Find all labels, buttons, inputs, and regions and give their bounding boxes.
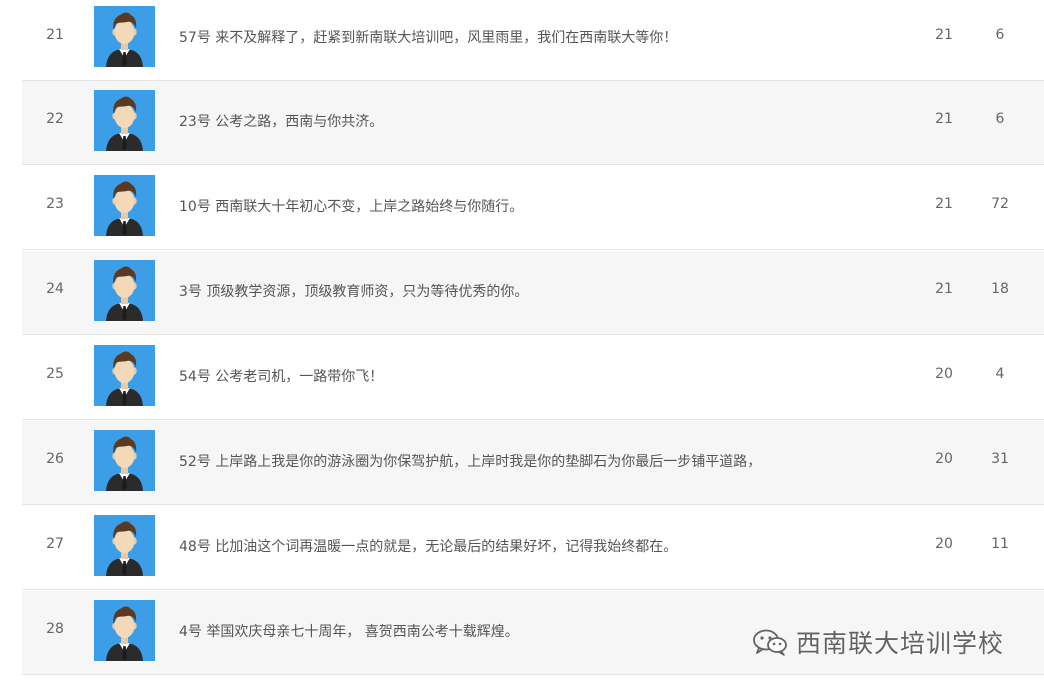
message-text: 3号 顶级教学资源，顶级教育师资，只为等待优秀的你。 [179,284,529,300]
rank-number: 21 [46,27,64,43]
vote-value: 18 [991,281,1009,297]
watermark: 西南联大培训学校 [752,624,1004,660]
list-item[interactable]: 27 48号 比加油这个词再温暖一点的就是，无论最后的结果好坏，记得我始终都在。… [22,506,1044,590]
vote-value: 6 [995,27,1005,43]
message-text: 48号 比加油这个词再温暖一点的就是，无论最后的结果好坏，记得我始终都在。 [179,539,678,555]
list-item[interactable]: 25 54号 公考老司机，一路带你飞！ 20 4 [22,336,1044,420]
message-text: 52号 上岸路上我是你的游泳圈为你保驾护航，上岸时我是你的垫脚石为你最后一步铺平… [179,454,762,470]
user-avatar-icon [94,6,155,67]
user-avatar-icon [94,600,155,661]
count-value: 21 [935,196,953,212]
list-item[interactable]: 22 23号 公考之路，西南与你共济。 21 6 [22,81,1044,165]
vote-value: 6 [995,111,1005,127]
user-avatar-icon [94,515,155,576]
wechat-icon [753,629,787,656]
count-value: 21 [935,111,953,127]
user-avatar-icon [94,90,155,151]
watermark-text: 西南联大培训学校 [796,629,1005,658]
user-avatar-icon [94,175,155,236]
rank-number: 26 [46,451,64,467]
message-text: 4号 举国欢庆母亲七十周年， 喜贺西南公考十载辉煌。 [179,624,519,640]
vote-value: 11 [991,536,1009,552]
list-item-partial [22,676,1044,687]
count-value: 20 [935,451,953,467]
rank-number: 23 [46,196,64,212]
list-item[interactable]: 21 57号 来不及解释了，赶紧到新南联大培训吧，风里雨里，我们在西南联大等你！… [22,0,1044,81]
list-item[interactable]: 26 52号 上岸路上我是你的游泳圈为你保驾护航，上岸时我是你的垫脚石为你最后一… [22,421,1044,505]
rank-number: 28 [46,621,64,637]
ranking-list: 21 57号 来不及解释了，赶紧到新南联大培训吧，风里雨里，我们在西南联大等你！… [0,0,1044,689]
count-value: 20 [935,366,953,382]
count-value: 20 [935,536,953,552]
message-text: 23号 公考之路，西南与你共济。 [179,114,384,130]
rank-number: 22 [46,111,64,127]
user-avatar-icon [94,260,155,321]
message-text: 57号 来不及解释了，赶紧到新南联大培训吧，风里雨里，我们在西南联大等你！ [179,30,678,46]
message-text: 54号 公考老司机，一路带你飞！ [179,369,384,385]
vote-value: 4 [995,366,1005,382]
rank-number: 24 [46,281,64,297]
message-text: 10号 西南联大十年初心不变，上岸之路始终与你随行。 [179,199,524,215]
vote-value: 72 [991,196,1009,212]
list-item[interactable]: 23 10号 西南联大十年初心不变，上岸之路始终与你随行。 21 72 [22,166,1044,250]
count-value: 21 [935,281,953,297]
rank-number: 27 [46,536,64,552]
rank-number: 25 [46,366,64,382]
vote-value: 31 [991,451,1009,467]
user-avatar-icon [94,430,155,491]
user-avatar-icon [94,345,155,406]
count-value: 21 [935,27,953,43]
list-item[interactable]: 24 3号 顶级教学资源，顶级教育师资，只为等待优秀的你。 21 18 [22,251,1044,335]
